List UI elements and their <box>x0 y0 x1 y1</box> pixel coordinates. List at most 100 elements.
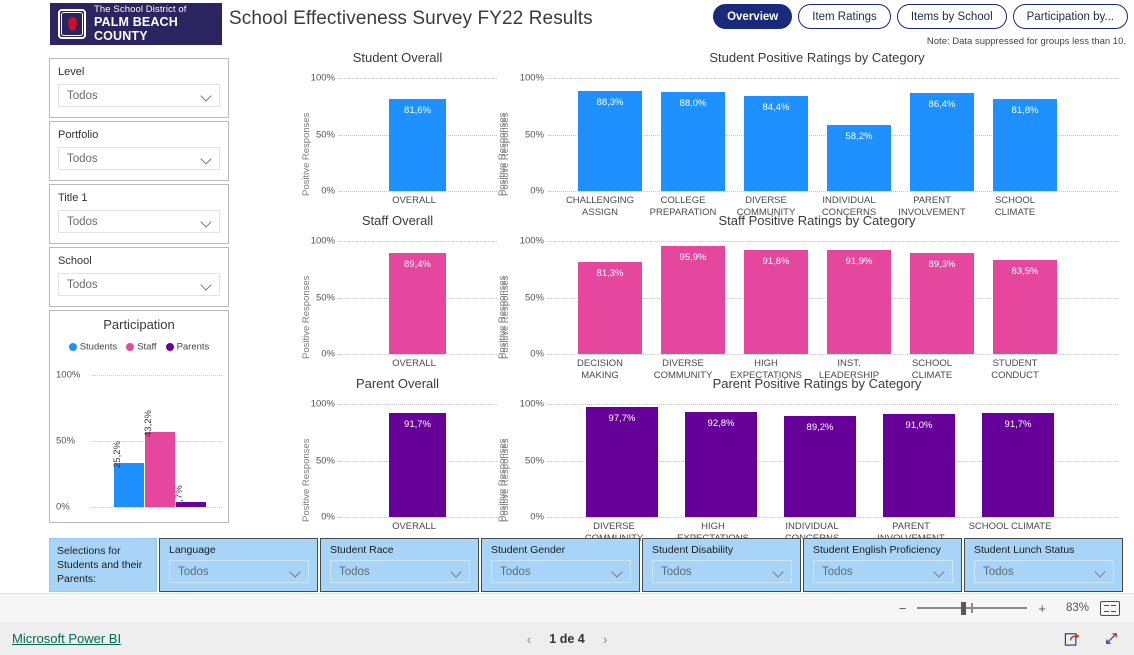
student-overall-bar[interactable]: 81,6% <box>389 98 446 191</box>
staff-category-bar[interactable]: 91,9% <box>827 250 891 354</box>
next-page-button[interactable]: › <box>603 631 608 647</box>
student-category-ylabel: Positive Responses <box>500 112 511 196</box>
nav-button-items-by-school[interactable]: Items by School <box>896 4 1007 29</box>
student-category-bar-value: 58,2% <box>845 131 873 143</box>
nav-button-item-ratings[interactable]: Item Ratings <box>798 4 891 29</box>
student-category-bar[interactable]: 58,2% <box>827 125 891 191</box>
staff-category-ylabel: Positive Responses <box>500 275 511 359</box>
parent-overall-bar-value: 91,7% <box>404 419 431 431</box>
parent-category-ytick-50: 50% <box>524 455 544 466</box>
student-overall-plot: 100% 50% 0% 81,6% <box>311 73 497 197</box>
parent-overall-category-label: OVERALL <box>392 521 436 532</box>
slicer-student-english-proficiency-dropdown[interactable]: Todos <box>813 560 953 583</box>
student-category-bar-value: 81,8% <box>1011 104 1039 116</box>
slicer-language-dropdown[interactable]: Todos <box>169 560 309 583</box>
staff-category-bar-value: 83,5% <box>1011 265 1039 277</box>
student-category-bar[interactable]: 86,4% <box>910 93 974 191</box>
slicer-student-disability-dropdown[interactable]: Todos <box>652 560 792 583</box>
slicer-student-gender-dropdown[interactable]: Todos <box>491 560 631 583</box>
slicer-level-dropdown[interactable]: Todos <box>58 84 220 107</box>
slicer-bar-note: Selections for Students and their Parent… <box>49 538 157 592</box>
fullscreen-icon[interactable] <box>1103 630 1120 647</box>
slicer-student-disability-label: Student Disability <box>652 544 734 556</box>
parent-overall-title: Parent Overall <box>355 376 440 391</box>
parent-category-chart: Parent Positive Ratings by Category Posi… <box>500 376 1122 544</box>
staff-category-bar[interactable]: 83,5% <box>993 259 1057 354</box>
staff-category-bar[interactable]: 95,9% <box>661 245 725 354</box>
staff-overall-bar[interactable]: 89,4% <box>389 252 446 354</box>
parent-overall-plot: 100% 50% 0% 91,7% <box>311 399 497 523</box>
share-icon[interactable] <box>1064 630 1081 647</box>
parent-category-bar-value: 97,7% <box>608 412 636 424</box>
parent-category-bar-value: 89,2% <box>806 422 834 434</box>
slicer-portfolio: Portfolio Todos <box>49 121 229 181</box>
legend-item-parents: Parents <box>176 341 210 353</box>
slicer-level-label: Level <box>58 66 85 78</box>
slicer-level-value: Todos <box>67 89 98 102</box>
page-title: School Effectiveness Survey FY22 Results <box>229 8 593 29</box>
participation-ytick-100: 100% <box>56 369 81 381</box>
chevron-down-icon <box>201 216 212 227</box>
chevron-down-icon <box>451 566 462 577</box>
slicer-student-english-proficiency: Student English Proficiency Todos <box>803 538 962 592</box>
staff-category-bar[interactable]: 89,3% <box>910 253 974 354</box>
slicer-school: School Todos <box>49 247 229 307</box>
staff-overall-ylabel-left: Positive Responses <box>301 275 312 359</box>
student-category-plot: 100% 50% 0% 88,3% 88,0% 84,4% 58,2% 86,4… <box>520 73 1118 197</box>
slicer-student-lunch-status-dropdown[interactable]: Todos <box>974 560 1114 583</box>
participation-chart-title: Participation <box>103 317 175 332</box>
staff-category-bar-value: 95,9% <box>679 251 707 263</box>
chevron-down-icon <box>290 566 301 577</box>
staff-category-bar[interactable]: 81,3% <box>578 262 642 354</box>
slicer-school-value: Todos <box>67 278 98 291</box>
staff-category-ytick-0: 0% <box>530 348 544 360</box>
slicer-student-lunch-status: Student Lunch Status Todos <box>964 538 1123 592</box>
nav-button-participation-by[interactable]: Participation by... <box>1012 4 1128 29</box>
student-category-chart: Student Positive Ratings by Category Pos… <box>500 50 1122 218</box>
parent-category-bar[interactable]: 89,2% <box>784 416 856 517</box>
staff-category-ytick-50: 50% <box>524 292 544 303</box>
staff-category-bar-value: 91,8% <box>762 256 790 268</box>
student-category-title: Student Positive Ratings by Category <box>709 50 925 65</box>
slicer-title-1: Title 1 Todos <box>49 184 229 244</box>
student-overall-ytick-100: 100% <box>310 72 335 84</box>
slicer-portfolio-value: Todos <box>67 152 98 165</box>
left-slicer-rail: Level Todos Portfolio Todos Title 1 Todo… <box>49 58 229 523</box>
student-category-bar[interactable]: 88,0% <box>661 91 725 191</box>
student-category-bar[interactable]: 84,4% <box>744 95 808 191</box>
chevron-down-icon <box>1095 566 1106 577</box>
participation-chart: Participation Students Staff Parents 100… <box>49 310 229 523</box>
fit-to-page-icon[interactable] <box>1100 600 1120 616</box>
legend-item-students: Students <box>79 341 118 353</box>
slicer-student-gender-label: Student Gender <box>491 544 566 556</box>
power-bi-brand-link[interactable]: Microsoft Power BI <box>12 631 121 646</box>
participation-bar-parents[interactable]: 2,7% <box>174 486 206 507</box>
staff-category-title: Staff Positive Ratings by Category <box>718 213 916 228</box>
parent-overall-ytick-100: 100% <box>310 398 335 410</box>
parent-category-bar[interactable]: 91,7% <box>982 413 1054 517</box>
nav-button-overview[interactable]: Overview <box>713 4 793 29</box>
participation-bar-staff[interactable]: 43,2% <box>143 410 175 507</box>
slicer-school-dropdown[interactable]: Todos <box>58 273 220 296</box>
slicer-student-race-dropdown[interactable]: Todos <box>330 560 470 583</box>
previous-page-button[interactable]: ‹ <box>527 631 532 647</box>
student-category-bar[interactable]: 88,3% <box>578 91 642 191</box>
zoom-out-button[interactable]: − <box>899 601 907 616</box>
power-bi-report-viewer: The School District of PALM BEACH COUNTY… <box>0 0 1134 655</box>
participation-bar-label-parents: 2,7% <box>174 485 185 508</box>
zoom-in-button[interactable]: + <box>1038 601 1046 616</box>
chevron-down-icon <box>201 153 212 164</box>
zoom-status-bar: − + 83% <box>0 593 1134 622</box>
participation-bar-students[interactable]: 25,2% <box>112 441 144 507</box>
parent-category-bar[interactable]: 92,8% <box>685 412 757 517</box>
participation-bar-label-students: 25,2% <box>112 441 123 469</box>
parent-category-bar[interactable]: 97,7% <box>586 406 658 517</box>
parent-category-bar[interactable]: 91,0% <box>883 414 955 517</box>
district-logo: The School District of PALM BEACH COUNTY <box>50 3 222 45</box>
staff-category-bar[interactable]: 91,8% <box>744 250 808 354</box>
zoom-slider[interactable] <box>917 601 1028 615</box>
slicer-portfolio-dropdown[interactable]: Todos <box>58 147 220 170</box>
student-category-bar[interactable]: 81,8% <box>993 98 1057 191</box>
slicer-title-1-dropdown[interactable]: Todos <box>58 210 220 233</box>
parent-overall-bar[interactable]: 91,7% <box>389 413 446 517</box>
